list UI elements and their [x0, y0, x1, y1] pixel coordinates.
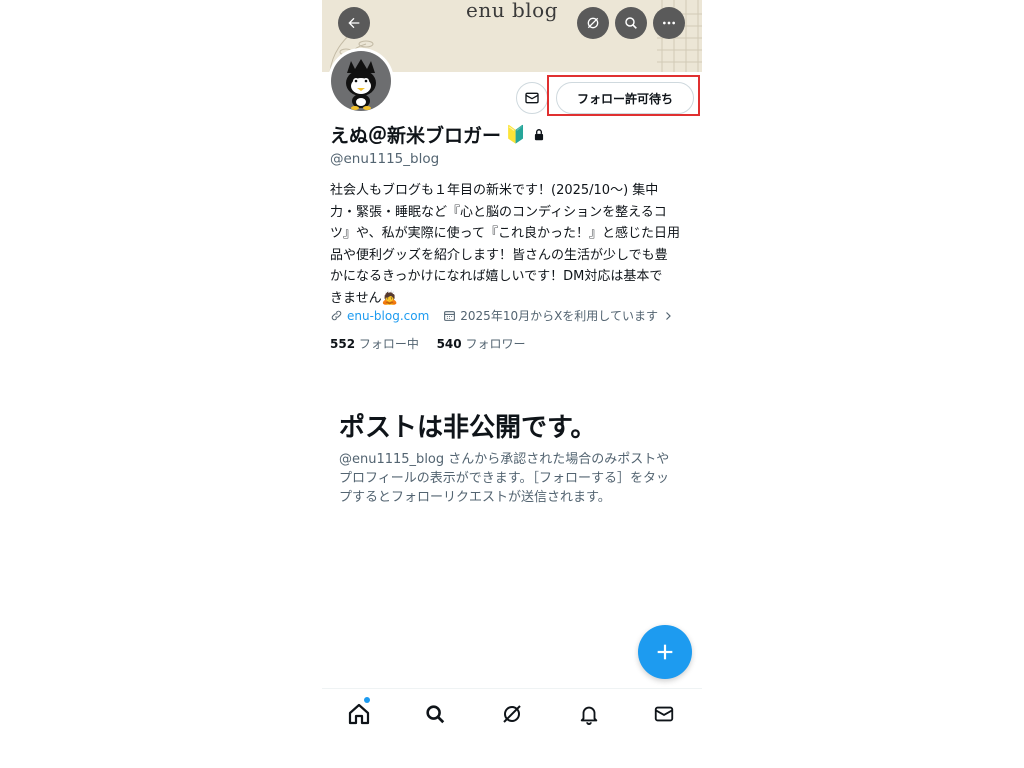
chevron-right-icon[interactable]	[662, 310, 674, 322]
bio-line: きません🙇	[330, 290, 398, 306]
tab-messages[interactable]	[649, 699, 679, 729]
grok-icon	[503, 705, 521, 723]
followers-label: フォロワー	[465, 337, 526, 351]
highlight-box	[547, 75, 700, 116]
beginner-mark-icon: 🔰	[505, 124, 527, 145]
notification-dot	[364, 697, 370, 703]
tab-notifications[interactable]	[574, 699, 604, 729]
following-count: 552	[330, 337, 356, 351]
tab-home[interactable]	[344, 697, 374, 729]
message-button[interactable]	[516, 82, 548, 114]
bio-line: 社会人もブログも１年目の新米です！(2025/10〜) 集中	[330, 183, 659, 198]
plus-icon	[657, 644, 673, 660]
arrow-left-icon	[348, 17, 360, 29]
calendar-icon	[444, 311, 456, 321]
penguin-character-icon	[346, 59, 376, 110]
grok-icon	[587, 17, 599, 29]
link-icon	[331, 310, 342, 321]
private-desc-line: プするとフォローリクエストが送信されます。	[339, 490, 611, 505]
joined-date[interactable]: 2025年10月からXを利用しています	[460, 307, 658, 324]
display-name-text: えぬ＠新米ブロガー	[330, 125, 502, 147]
follow-counts: 552 フォロー中 540 フォロワー	[330, 335, 525, 352]
bio-line: 品や便利グッズを紹介します！皆さんの生活が少しでも豊	[330, 247, 668, 263]
followers-link[interactable]: 540 フォロワー	[437, 337, 526, 351]
more-button[interactable]	[653, 7, 685, 39]
profile-screen: enu blog フォロー許可待ち えぬ＠新米ブロガー 🔰 @enu1115_b…	[322, 0, 702, 768]
search-icon	[426, 705, 445, 724]
private-description: @enu1115_blog さんから承認された場合のみポストや プロフィールの表…	[339, 450, 691, 507]
tab-grok[interactable]	[497, 699, 527, 729]
bio-line: 力・緊張・睡眠など『心と脳のコンディションを整えるコ	[330, 204, 667, 220]
private-title: ポストは非公開です。	[339, 413, 597, 443]
back-button[interactable]	[338, 7, 370, 39]
mail-icon	[525, 92, 539, 104]
website-link[interactable]: enu-blog.com	[347, 309, 429, 323]
search-button[interactable]	[615, 7, 647, 39]
display-name: えぬ＠新米ブロガー 🔰	[330, 121, 546, 148]
bio-line: ツ』や、私が実際に使って『これ良かった！』と感じた日用	[330, 226, 680, 241]
avatar[interactable]	[328, 48, 394, 114]
bio-line: かになるきっかけになれば嬉しいです！DM対応は基本で	[330, 269, 663, 284]
compose-button[interactable]	[638, 625, 692, 679]
private-desc-line: @enu1115_blog さんから承認された場合のみポストや	[339, 452, 670, 467]
mail-icon	[654, 706, 674, 722]
avatar-image	[331, 51, 391, 111]
more-horizontal-icon	[663, 21, 675, 25]
bio: 社会人もブログも１年目の新米です！(2025/10〜) 集中 力・緊張・睡眠など…	[330, 180, 692, 309]
tab-search[interactable]	[420, 699, 450, 729]
lock-icon	[535, 128, 544, 140]
profile-meta: enu-blog.com 2025年10月からXを利用しています	[330, 307, 674, 324]
bell-icon	[580, 706, 598, 725]
following-label: フォロー中	[358, 337, 419, 351]
search-icon	[625, 17, 637, 29]
handle: @enu1115_blog	[330, 151, 440, 167]
grok-button[interactable]	[577, 7, 609, 39]
bottom-tab-bar	[322, 688, 702, 741]
followers-count: 540	[436, 337, 462, 351]
home-icon	[348, 703, 370, 725]
following-link[interactable]: 552 フォロー中	[330, 337, 419, 351]
private-desc-line: プロフィールの表示ができます。［フォローする］をタッ	[339, 471, 669, 486]
